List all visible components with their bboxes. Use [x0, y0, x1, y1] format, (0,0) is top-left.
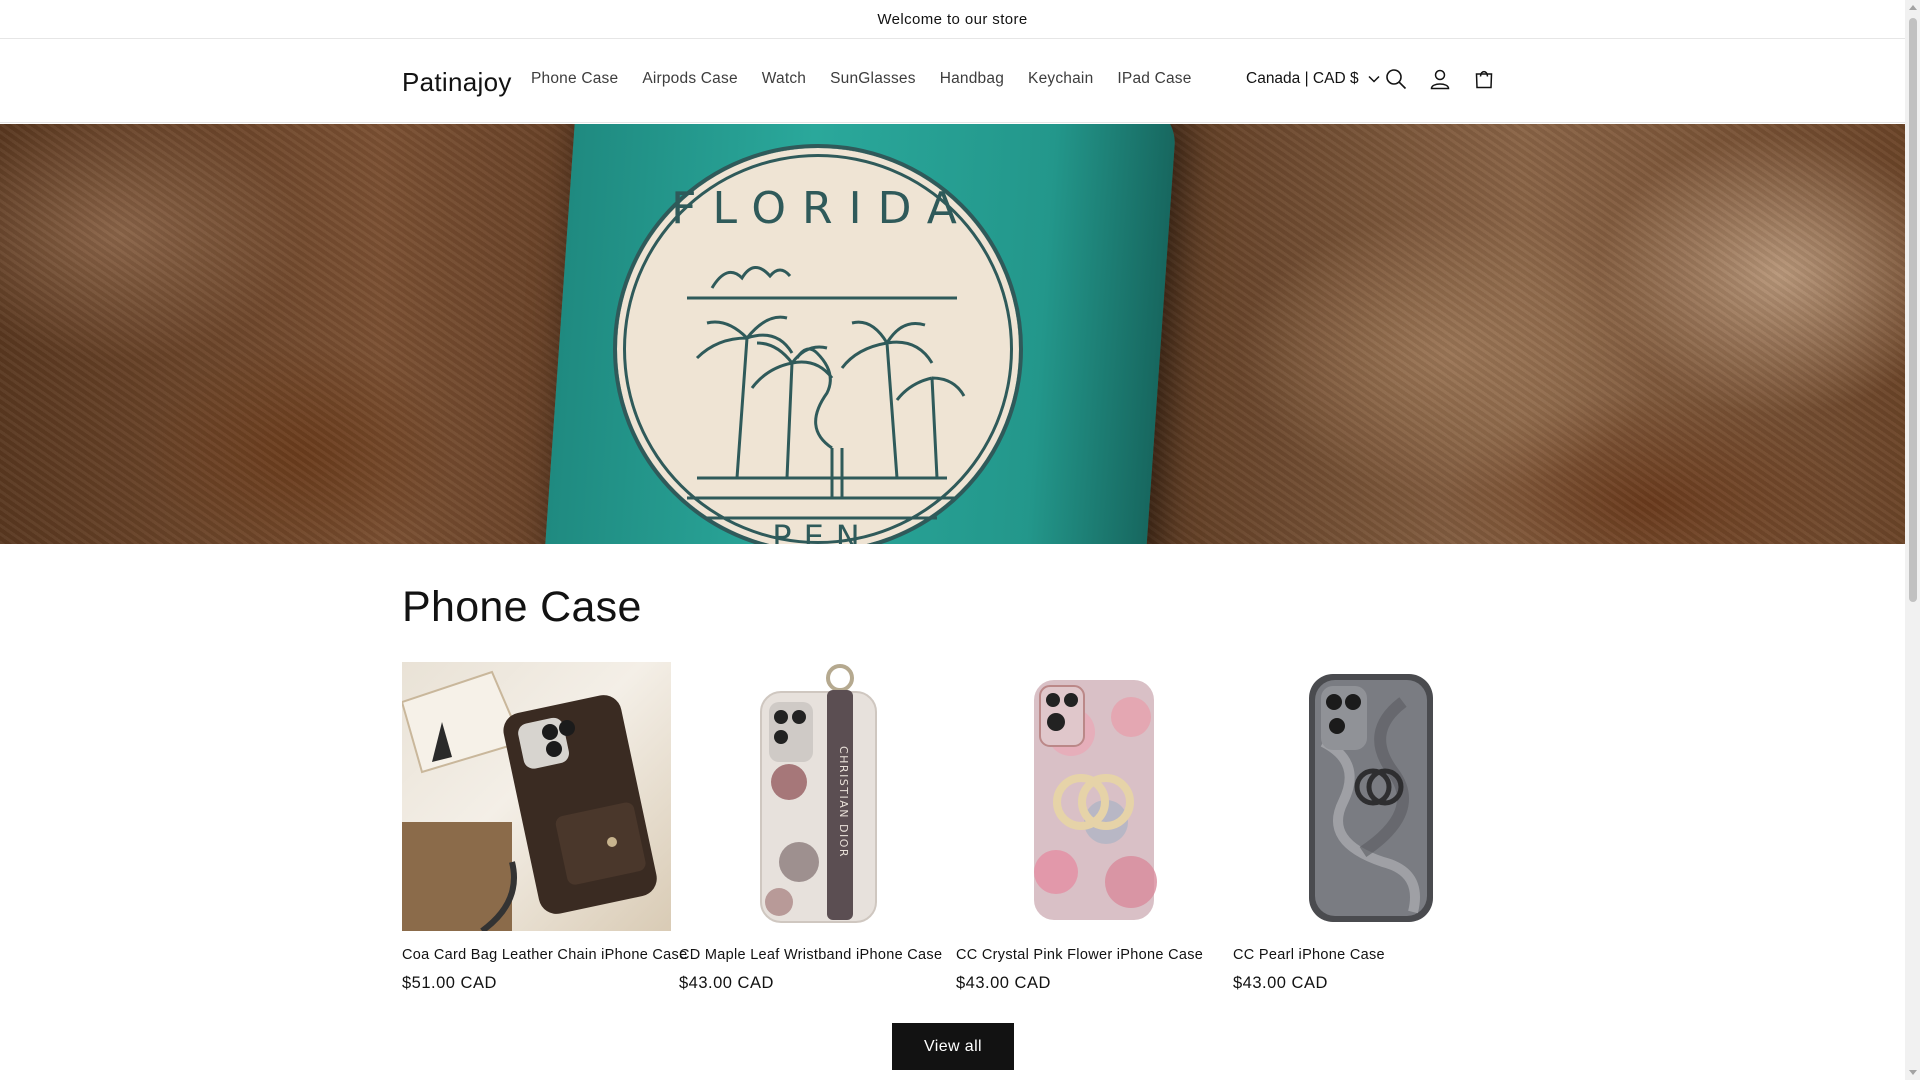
svg-text:CHRISTIAN DIOR: CHRISTIAN DIOR — [837, 746, 850, 858]
product-card[interactable]: CC Pearl iPhone Case $43.00 CAD — [1233, 662, 1502, 993]
main-nav: Phone Case Airpods Case Watch SunGlasses… — [531, 70, 1216, 88]
site-header: Patinajoy Phone Case Airpods Case Watch … — [0, 39, 1905, 123]
account-icon[interactable] — [1427, 66, 1453, 92]
hero-banner-image: FLORIDA PEN — [0, 124, 1905, 544]
search-icon[interactable] — [1383, 66, 1409, 92]
store-logo[interactable]: Patinajoy — [402, 67, 512, 98]
announcement-text: Welcome to our store — [877, 10, 1028, 28]
product-price: $43.00 CAD — [1233, 974, 1328, 992]
product-title[interactable]: CC Pearl iPhone Case — [1233, 947, 1502, 963]
store-page: Welcome to our store Patinajoy Phone Cas… — [0, 0, 1905, 1080]
nav-item-handbag[interactable]: Handbag — [940, 70, 1004, 88]
hero-badge-text-pen: PEN — [772, 518, 871, 544]
hero-badge-text-florida: FLORIDA — [671, 183, 973, 234]
product-image[interactable] — [956, 662, 1225, 931]
product-title[interactable]: CD Maple Leaf Wristband iPhone Case — [679, 947, 948, 963]
product-card[interactable]: CC Crystal Pink Flower iPhone Case $43.0… — [956, 662, 1225, 993]
scroll-down-arrow[interactable] — [1909, 1070, 1917, 1075]
product-image[interactable]: CHRISTIAN DIOR — [679, 662, 948, 931]
cart-icon[interactable] — [1471, 66, 1497, 92]
product-card[interactable]: CHRISTIAN DIOR CD Maple Leaf Wristband i… — [679, 662, 948, 993]
product-title[interactable]: Coa Card Bag Leather Chain iPhone Case — [402, 947, 687, 963]
product-price: $51.00 CAD — [402, 974, 497, 992]
product-price: $43.00 CAD — [956, 974, 1051, 992]
country-selector-label: Canada | CAD $ — [1246, 70, 1359, 87]
product-grid: Coa Card Bag Leather Chain iPhone Case $… — [402, 662, 1502, 993]
nav-item-sunglasses[interactable]: SunGlasses — [830, 70, 916, 88]
product-card[interactable]: Coa Card Bag Leather Chain iPhone Case $… — [402, 662, 687, 993]
product-title[interactable]: CC Crystal Pink Flower iPhone Case — [956, 947, 1225, 963]
product-image[interactable] — [1233, 662, 1502, 931]
product-price: $43.00 CAD — [679, 974, 774, 992]
view-all-button[interactable]: View all — [892, 1023, 1014, 1070]
hero-florida-badge: FLORIDA PEN — [613, 144, 1023, 544]
nav-item-ipad-case[interactable]: IPad Case — [1117, 70, 1191, 88]
chevron-down-icon — [1368, 75, 1380, 83]
nav-item-phone-case[interactable]: Phone Case — [531, 70, 618, 88]
nav-item-watch[interactable]: Watch — [762, 70, 806, 88]
country-selector[interactable]: Canada | CAD $ — [1246, 70, 1380, 88]
scrollbar-thumb[interactable] — [1909, 18, 1917, 602]
nav-item-keychain[interactable]: Keychain — [1028, 70, 1093, 88]
page-scrollbar[interactable] — [1905, 0, 1920, 1080]
scroll-up-arrow[interactable] — [1909, 5, 1917, 10]
product-image[interactable] — [402, 662, 671, 931]
collection-title: Phone Case — [402, 583, 642, 631]
announcement-bar: Welcome to our store — [0, 0, 1905, 39]
nav-item-airpods-case[interactable]: Airpods Case — [642, 70, 737, 88]
